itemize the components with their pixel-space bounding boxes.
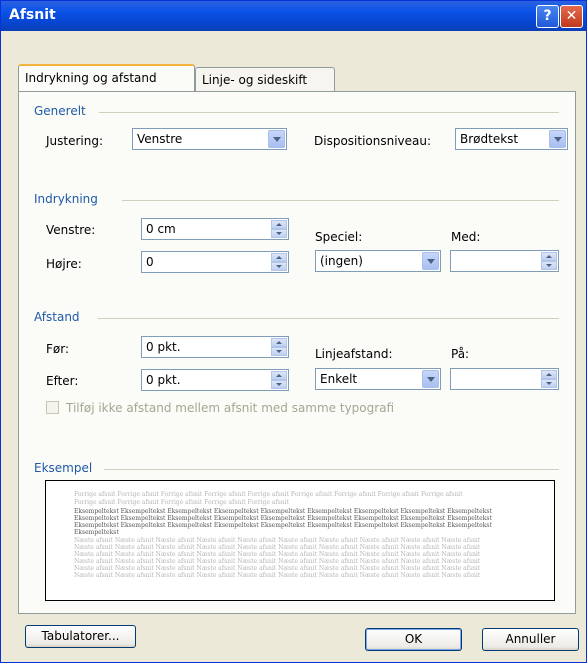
tab-label: Linje- og sideskift: [202, 73, 308, 87]
tab-indent-spacing[interactable]: Indrykning og afstand: [18, 64, 195, 91]
spin-down-icon[interactable]: [271, 347, 287, 356]
spin-up-icon[interactable]: [271, 253, 287, 262]
window-title: Afsnit: [9, 7, 56, 23]
preview-previous-paragraph: Forrige afsnit Forrige afsnit Forrige af…: [74, 499, 289, 506]
line-spacing-value: Enkelt: [320, 372, 358, 386]
ok-button[interactable]: OK: [365, 628, 462, 651]
indent-by-spinner[interactable]: [541, 252, 557, 270]
spacing-heading: Afstand: [34, 310, 80, 324]
line-spacing-select[interactable]: Enkelt: [315, 368, 441, 390]
line-spacing-at-spinner[interactable]: [541, 370, 557, 388]
preview-next-paragraph: Næste afsnit Næste afsnit Næste afsnit N…: [74, 565, 481, 572]
title-bar[interactable]: Afsnit ? ✕: [1, 1, 586, 31]
space-after-input[interactable]: 0 pkt.: [141, 369, 289, 391]
space-before-value: 0 pkt.: [146, 340, 181, 354]
preview-previous-paragraph: Forrige afsnit Forrige afsnit Forrige af…: [74, 491, 463, 498]
indent-left-label: Venstre:: [46, 223, 96, 237]
space-before-spinner[interactable]: [271, 338, 287, 356]
chevron-down-icon[interactable]: [549, 130, 566, 148]
spin-down-icon[interactable]: [271, 229, 287, 238]
general-heading: Generelt: [34, 104, 86, 118]
line-spacing-label: Linjeafstand:: [315, 347, 393, 361]
preview-next-paragraph: Næste afsnit Næste afsnit Næste afsnit N…: [74, 551, 481, 558]
special-indent-value: (ingen): [320, 254, 363, 268]
chevron-down-icon[interactable]: [268, 130, 285, 148]
indent-heading: Indrykning: [34, 192, 98, 206]
spin-up-icon[interactable]: [541, 370, 557, 379]
indent-right-input[interactable]: 0: [141, 251, 289, 273]
chevron-down-icon[interactable]: [422, 252, 439, 270]
indent-right-value: 0: [146, 255, 154, 269]
no-space-same-style-label: Tilføj ikke afstand mellem afsnit med sa…: [66, 401, 395, 415]
indent-right-label: Højre:: [46, 257, 82, 271]
line-spacing-at-input[interactable]: [450, 368, 559, 390]
divider: [104, 469, 559, 470]
space-after-spinner[interactable]: [271, 371, 287, 389]
spin-down-icon[interactable]: [271, 262, 287, 271]
indent-left-spinner[interactable]: [271, 220, 287, 238]
no-space-same-style-checkbox[interactable]: [46, 401, 59, 414]
tabs-button[interactable]: Tabulatorer...: [25, 625, 136, 648]
tab-line-page-breaks[interactable]: Linje- og sideskift: [195, 67, 335, 92]
spin-down-icon[interactable]: [271, 380, 287, 389]
close-button[interactable]: ✕: [560, 5, 583, 28]
preview-next-paragraph: Næste afsnit Næste afsnit Næste afsnit N…: [74, 558, 481, 565]
chevron-down-icon[interactable]: [422, 370, 439, 388]
spin-up-icon[interactable]: [271, 338, 287, 347]
space-after-value: 0 pkt.: [146, 373, 181, 387]
divider: [98, 318, 559, 319]
indent-left-value: 0 cm: [146, 222, 176, 236]
preview-sample-text: Eksempeltekst Eksempeltekst Eksempelteks…: [74, 508, 492, 515]
spin-up-icon[interactable]: [271, 371, 287, 380]
indent-right-spinner[interactable]: [271, 253, 287, 271]
space-before-label: Før:: [46, 342, 70, 356]
special-indent-label: Speciel:: [315, 230, 363, 244]
spin-down-icon[interactable]: [541, 379, 557, 388]
alignment-select[interactable]: Venstre: [132, 128, 287, 150]
divider: [122, 200, 559, 201]
preview-next-paragraph: Næste afsnit Næste afsnit Næste afsnit N…: [74, 544, 481, 551]
divider: [99, 112, 559, 113]
indent-by-input[interactable]: [450, 250, 559, 272]
spin-up-icon[interactable]: [271, 220, 287, 229]
spin-up-icon[interactable]: [541, 252, 557, 261]
outline-level-value: Brødtekst: [460, 132, 519, 146]
preview-sample-text: Eksempeltekst Eksempeltekst Eksempelteks…: [74, 522, 492, 529]
indent-by-label: Med:: [451, 230, 481, 244]
help-button[interactable]: ?: [536, 5, 559, 28]
preview-next-paragraph: Næste afsnit Næste afsnit Næste afsnit N…: [74, 572, 481, 579]
outline-level-label: Dispositionsniveau:: [314, 134, 432, 148]
outline-level-select[interactable]: Brødtekst: [455, 128, 568, 150]
preview-next-paragraph: Næste afsnit Næste afsnit Næste afsnit N…: [74, 537, 481, 544]
indent-left-input[interactable]: 0 cm: [141, 218, 289, 240]
cancel-button[interactable]: Annuller: [482, 628, 579, 651]
line-spacing-at-label: På:: [451, 347, 470, 361]
preview-sample-text: Eksempeltekst Eksempeltekst Eksempelteks…: [74, 515, 492, 522]
preview-heading: Eksempel: [34, 461, 93, 475]
paragraph-dialog: Afsnit ? ✕ Indrykning og afstand Linje- …: [0, 0, 587, 663]
spin-down-icon[interactable]: [541, 261, 557, 270]
preview-sample-text: Eksempeltekst: [74, 529, 119, 536]
special-indent-select[interactable]: (ingen): [315, 250, 441, 272]
space-after-label: Efter:: [46, 374, 79, 388]
preview-box: Forrige afsnit Forrige afsnit Forrige af…: [45, 480, 555, 601]
tab-label: Indrykning og afstand: [25, 71, 157, 85]
space-before-input[interactable]: 0 pkt.: [141, 336, 289, 358]
alignment-value: Venstre: [137, 132, 183, 146]
alignment-label: Justering:: [46, 134, 104, 148]
